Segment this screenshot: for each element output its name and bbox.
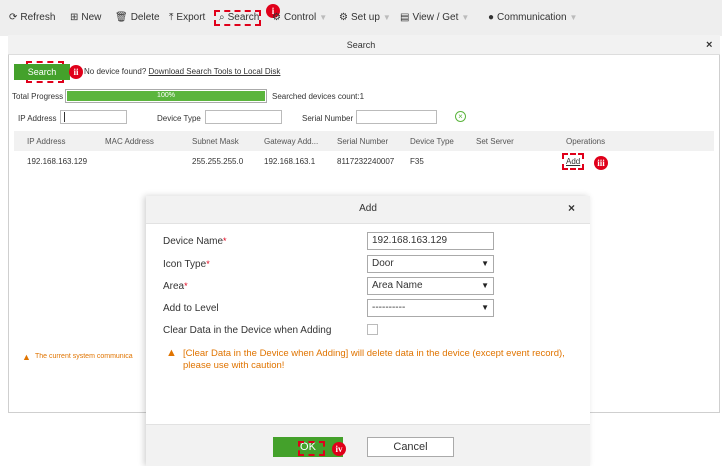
cell-ip: 192.168.163.129: [27, 157, 88, 166]
ip-filter-input[interactable]: [60, 110, 127, 124]
cell-subnet: 255.255.255.0: [192, 157, 244, 166]
ok-callout-frame: [298, 441, 325, 456]
column-header: Operations: [566, 137, 606, 146]
chevron-down-icon: ▼: [481, 259, 489, 268]
level-select[interactable]: ---------- ▼: [367, 299, 494, 317]
chevron-down-icon: ▼: [319, 13, 328, 22]
chevron-down-icon: ▼: [481, 281, 489, 290]
search-toolbar-button[interactable]: ⌕ Search: [219, 12, 259, 23]
column-header: Gateway Add...: [264, 137, 319, 146]
close-icon[interactable]: ×: [706, 39, 712, 51]
device-type-filter-input[interactable]: [205, 110, 282, 124]
view-icon: ▤: [400, 12, 410, 23]
searched-count: Searched devices count:1: [272, 92, 365, 101]
warning-icon: ▲: [22, 352, 31, 362]
icon-type-select[interactable]: Door ▼: [367, 255, 494, 273]
cell-serial: 8117232240007: [337, 157, 395, 166]
serial-filter-input[interactable]: [356, 110, 437, 124]
column-header: Set Server: [476, 137, 514, 146]
callout-badge-ii: ii: [69, 65, 83, 79]
new-icon: ⊞: [70, 12, 79, 23]
cell-device-type: F35: [410, 157, 424, 166]
cell-gateway: 192.168.163.1: [264, 157, 316, 166]
search-icon: ⌕: [219, 12, 225, 23]
device-type-filter-label: Device Type: [157, 114, 201, 123]
export-icon: ⤒: [169, 12, 174, 23]
add-dialog-title: Add: [359, 203, 377, 214]
setup-menu[interactable]: ⚙ Set up ▼: [339, 12, 391, 23]
clear-data-checkbox[interactable]: [367, 324, 378, 335]
chevron-down-icon: ▼: [481, 303, 489, 312]
column-header: MAC Address: [105, 137, 154, 146]
communication-warning: The current system communica: [35, 353, 133, 360]
communication-icon: ●: [488, 12, 495, 23]
control-menu[interactable]: ⚙ Control ▼: [272, 12, 327, 23]
new-button[interactable]: ⊞ New: [70, 12, 101, 23]
download-tools-link[interactable]: Download Search Tools to Local Disk: [149, 67, 281, 76]
area-select[interactable]: Area Name ▼: [367, 277, 494, 295]
clear-data-label: Clear Data in the Device when Adding: [163, 325, 332, 336]
column-header: Serial Number: [337, 137, 389, 146]
serial-filter-label: Serial Number: [302, 114, 354, 123]
device-name-label: Device Name*: [163, 236, 227, 247]
chevron-down-icon: ▼: [382, 13, 391, 22]
callout-badge-iii: iii: [594, 156, 608, 170]
column-header: IP Address: [27, 137, 66, 146]
search-window-title: Search: [346, 40, 376, 50]
search-button[interactable]: Search: [14, 64, 70, 80]
add-device-link[interactable]: Add: [566, 157, 580, 166]
control-icon: ⚙: [272, 12, 281, 23]
delete-button[interactable]: 🗑 Delete: [115, 12, 160, 23]
add-to-level-label: Add to Level: [163, 303, 219, 314]
column-header: Device Type: [410, 137, 454, 146]
progress-percent: 100%: [157, 92, 175, 99]
communication-menu[interactable]: ● Communication ▼: [488, 12, 577, 23]
callout-badge-iv: iv: [332, 442, 346, 456]
device-name-input[interactable]: 192.168.163.129: [367, 232, 494, 250]
trash-icon: 🗑: [115, 12, 128, 23]
total-progress-label: Total Progress: [12, 92, 64, 101]
close-icon[interactable]: ×: [568, 201, 575, 215]
cancel-button[interactable]: Cancel: [367, 437, 454, 457]
warning-icon: ▲: [166, 347, 177, 359]
export-button[interactable]: ⤒ Export: [169, 12, 205, 23]
icon-type-label: Icon Type*: [163, 259, 210, 270]
chevron-down-icon: ▼: [569, 13, 578, 22]
refresh-icon: ⟳: [9, 12, 18, 23]
area-label: Area*: [163, 281, 188, 292]
view-get-menu[interactable]: ▤ View / Get ▼: [400, 12, 469, 23]
text-cursor: [64, 112, 65, 122]
ip-filter-label: IP Address: [18, 114, 57, 123]
refresh-button[interactable]: ⟳ Refresh: [9, 12, 55, 23]
gear-icon: ⚙: [339, 12, 348, 23]
clear-filter-icon[interactable]: ×: [455, 111, 466, 122]
no-device-text: No device found? Download Search Tools t…: [84, 67, 281, 76]
chevron-down-icon: ▼: [461, 13, 470, 22]
column-header: Subnet Mask: [192, 137, 239, 146]
clear-data-warning: [Clear Data in the Device when Adding] w…: [183, 348, 565, 371]
